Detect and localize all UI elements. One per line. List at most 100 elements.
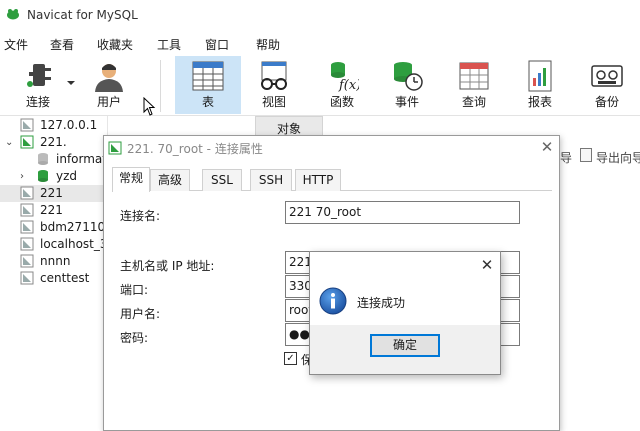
menu-window[interactable]: 窗口 — [205, 36, 229, 53]
tree-item-bdm[interactable]: bdm271103 — [0, 219, 108, 236]
tab-ssl[interactable]: SSL — [202, 169, 242, 191]
toolbar-view-button[interactable]: 视图 — [248, 56, 300, 114]
tab-ssh[interactable]: SSH — [250, 169, 292, 191]
tree-item-centtest[interactable]: centtest — [0, 270, 108, 287]
toolbar-backup-button[interactable]: 备份 — [581, 56, 633, 114]
menu-file[interactable]: 文件 — [4, 36, 28, 53]
toolbar-report-label: 报表 — [527, 95, 552, 109]
username-label: 用户名: — [120, 307, 161, 321]
export-wizard-button[interactable]: 导出向导 — [596, 149, 640, 166]
tree-item-label: centtest — [40, 271, 90, 285]
tree-item-127[interactable]: 127.0.0.1 — [0, 117, 108, 134]
connection-icon — [20, 118, 34, 132]
tree-item-localhost[interactable]: localhost_33 — [0, 236, 108, 253]
navicat-connection-icon — [108, 141, 122, 155]
password-label: 密码: — [120, 331, 149, 345]
title-bar: Navicat for MySQL — [0, 0, 640, 30]
menu-bar: 文件 查看 收藏夹 工具 窗口 帮助 — [0, 30, 640, 56]
toolbar-query-label: 查询 — [461, 95, 486, 109]
message-close-button[interactable]: ✕ — [478, 255, 496, 275]
tree-item-yzd[interactable]: › yzd — [0, 168, 108, 185]
object-subtoolbar: 导 导出向导 — [560, 146, 640, 168]
dialog-tabs: 常规 高级 SSL SSH HTTP — [112, 167, 552, 192]
host-label: 主机名或 IP 地址: — [120, 259, 215, 273]
toolbar-connection-button[interactable]: 连接 — [10, 56, 66, 114]
tree-item-information[interactable]: information — [0, 151, 108, 168]
tree-item-label: 221. — [40, 135, 67, 149]
ok-button[interactable]: 确定 — [370, 334, 440, 357]
tree-item-label: information — [56, 152, 108, 166]
tree-item-label: 221 — [40, 203, 63, 217]
chevron-down-icon[interactable]: ⌄ — [5, 137, 13, 148]
connection-plug-icon — [27, 64, 51, 87]
toolbar-user-label: 用户 — [96, 95, 121, 109]
toolbar-event-label: 事件 — [394, 95, 419, 109]
toolbar-table-button[interactable]: 表 — [175, 56, 241, 114]
toolbar-event-button[interactable]: 事件 — [381, 56, 433, 114]
toolbar-separator — [160, 60, 161, 112]
toolbar-table-label: 表 — [201, 95, 214, 109]
tree-item-label: localhost_33 — [40, 237, 108, 251]
tree-item-221-expanded[interactable]: ⌄ 221. — [0, 134, 108, 151]
message-text: 连接成功 — [357, 296, 406, 310]
tree-item-label: nnnn — [40, 254, 71, 268]
tree-item-label: yzd — [56, 169, 78, 183]
app-title: Navicat for MySQL — [27, 8, 138, 22]
tree-item-nnnn[interactable]: nnnn — [0, 253, 108, 270]
connection-tree: 127.0.0.1 ⌄ 221. information › yzd 221 2… — [0, 116, 108, 431]
toolbar-view-label: 视图 — [261, 95, 286, 109]
connection-icon — [20, 203, 34, 217]
user-icon — [95, 64, 123, 92]
tree-item-221-selected[interactable]: 221 — [0, 185, 108, 202]
toolbar-query-button[interactable]: 查询 — [448, 56, 500, 114]
menu-favorites[interactable]: 收藏夹 — [97, 36, 133, 53]
connection-icon — [20, 135, 34, 149]
event-clock-icon — [394, 62, 423, 91]
report-chart-icon — [528, 60, 552, 92]
function-icon: f(x) — [331, 62, 359, 92]
backup-tape-icon — [591, 65, 623, 87]
toolbar-function-button[interactable]: f(x) 函数 — [316, 56, 368, 114]
database-green-icon — [38, 170, 48, 182]
tree-item-label: 127.0.0.1 — [40, 118, 98, 132]
connection-name-field[interactable]: 221 70_root — [285, 201, 520, 224]
export-icon — [580, 148, 592, 162]
main-toolbar: 连接 用户 表 视图 f(x 函数 事件 查询 报表 备份 — [0, 56, 640, 116]
message-button-bar: 确定 — [310, 325, 500, 374]
save-password-checkbox[interactable]: ✓ — [284, 352, 297, 365]
connection-icon — [20, 186, 34, 200]
menu-view[interactable]: 查看 — [50, 36, 74, 53]
query-grid-icon — [459, 62, 489, 90]
tree-item-label: 221 — [40, 186, 63, 200]
tree-item-221[interactable]: 221 — [0, 202, 108, 219]
tab-advanced[interactable]: 高级 — [150, 169, 190, 191]
connection-icon — [20, 254, 34, 268]
dialog-title: 221. 70_root - 连接属性 — [127, 142, 263, 156]
tab-general[interactable]: 常规 — [112, 167, 150, 192]
menu-help[interactable]: 帮助 — [256, 36, 280, 53]
toolbar-user-button[interactable]: 用户 — [84, 56, 134, 114]
database-icon — [38, 153, 48, 165]
toolbar-function-label: 函数 — [329, 95, 354, 109]
chevron-right-icon[interactable]: › — [20, 171, 24, 182]
chevron-down-icon[interactable] — [67, 81, 75, 85]
import-wizard-button[interactable]: 导 — [560, 149, 572, 166]
connection-name-label: 连接名: — [120, 209, 161, 223]
navicat-logo-icon — [7, 9, 19, 20]
toolbar-backup-label: 备份 — [594, 95, 619, 109]
svg-text:f(x): f(x) — [338, 78, 359, 92]
connection-icon — [20, 237, 34, 251]
dialog-title-bar[interactable]: 221. 70_root - 连接属性 ✕ — [104, 136, 559, 160]
view-glasses-icon — [261, 61, 287, 90]
toolbar-report-button[interactable]: 报表 — [514, 56, 566, 114]
connection-icon — [20, 271, 34, 285]
object-list — [560, 170, 640, 431]
tab-http[interactable]: HTTP — [295, 169, 341, 191]
dialog-close-button[interactable]: ✕ — [538, 137, 556, 157]
connection-icon — [20, 220, 34, 234]
mouse-cursor-icon — [143, 97, 156, 116]
port-label: 端口: — [120, 283, 149, 297]
menu-tools[interactable]: 工具 — [157, 36, 181, 53]
success-message-box: ✕ 连接成功 确定 — [309, 251, 501, 375]
toolbar-connection-label: 连接 — [25, 95, 50, 109]
